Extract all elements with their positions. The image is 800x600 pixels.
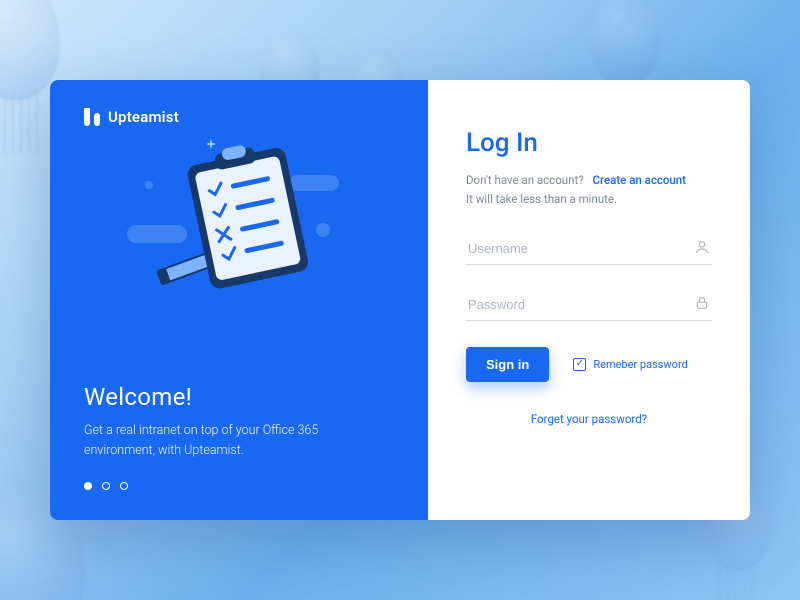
no-account-text: Don't have an account? xyxy=(466,173,584,187)
brand-name: Upteamist xyxy=(108,108,179,126)
username-input[interactable] xyxy=(466,233,712,265)
create-account-link[interactable]: Create an account xyxy=(593,173,687,187)
forgot-password-row: Forget your password? xyxy=(466,408,712,427)
login-title: Log In xyxy=(466,128,712,158)
welcome-text: Get a real intranet on top of your Offic… xyxy=(84,421,364,460)
hero-illustration xyxy=(84,140,394,310)
carousel-dot-1[interactable] xyxy=(84,482,92,490)
carousel-dot-2[interactable] xyxy=(102,482,110,490)
clipboard-illustration-icon xyxy=(119,135,359,315)
login-actions-row: Sign in Remeber password xyxy=(466,347,712,382)
login-subtext: Don't have an account? Create an account… xyxy=(466,172,712,209)
username-field-wrap xyxy=(466,233,712,265)
upteamist-logo-icon xyxy=(84,108,100,126)
lock-icon xyxy=(694,295,710,311)
login-panel: Log In Don't have an account? Create an … xyxy=(428,80,750,520)
welcome-block: Welcome! Get a real intranet on top of y… xyxy=(84,383,394,460)
user-icon xyxy=(694,239,710,255)
remember-label: Remeber password xyxy=(593,358,687,371)
login-subline: It will take less than a minute. xyxy=(466,191,712,208)
password-input[interactable] xyxy=(466,289,712,321)
hero-panel: Upteamist xyxy=(50,80,428,520)
carousel-dots xyxy=(84,482,394,490)
carousel-dot-3[interactable] xyxy=(120,482,128,490)
login-card: Upteamist xyxy=(50,80,750,520)
sign-in-button[interactable]: Sign in xyxy=(466,347,549,382)
checkbox-checked-icon xyxy=(573,358,586,371)
remember-password-checkbox[interactable]: Remeber password xyxy=(573,358,687,371)
welcome-title: Welcome! xyxy=(84,383,394,411)
password-field-wrap xyxy=(466,289,712,321)
background-jellyfish xyxy=(590,0,660,85)
forgot-password-link[interactable]: Forget your password? xyxy=(531,412,647,426)
brand: Upteamist xyxy=(84,108,394,126)
